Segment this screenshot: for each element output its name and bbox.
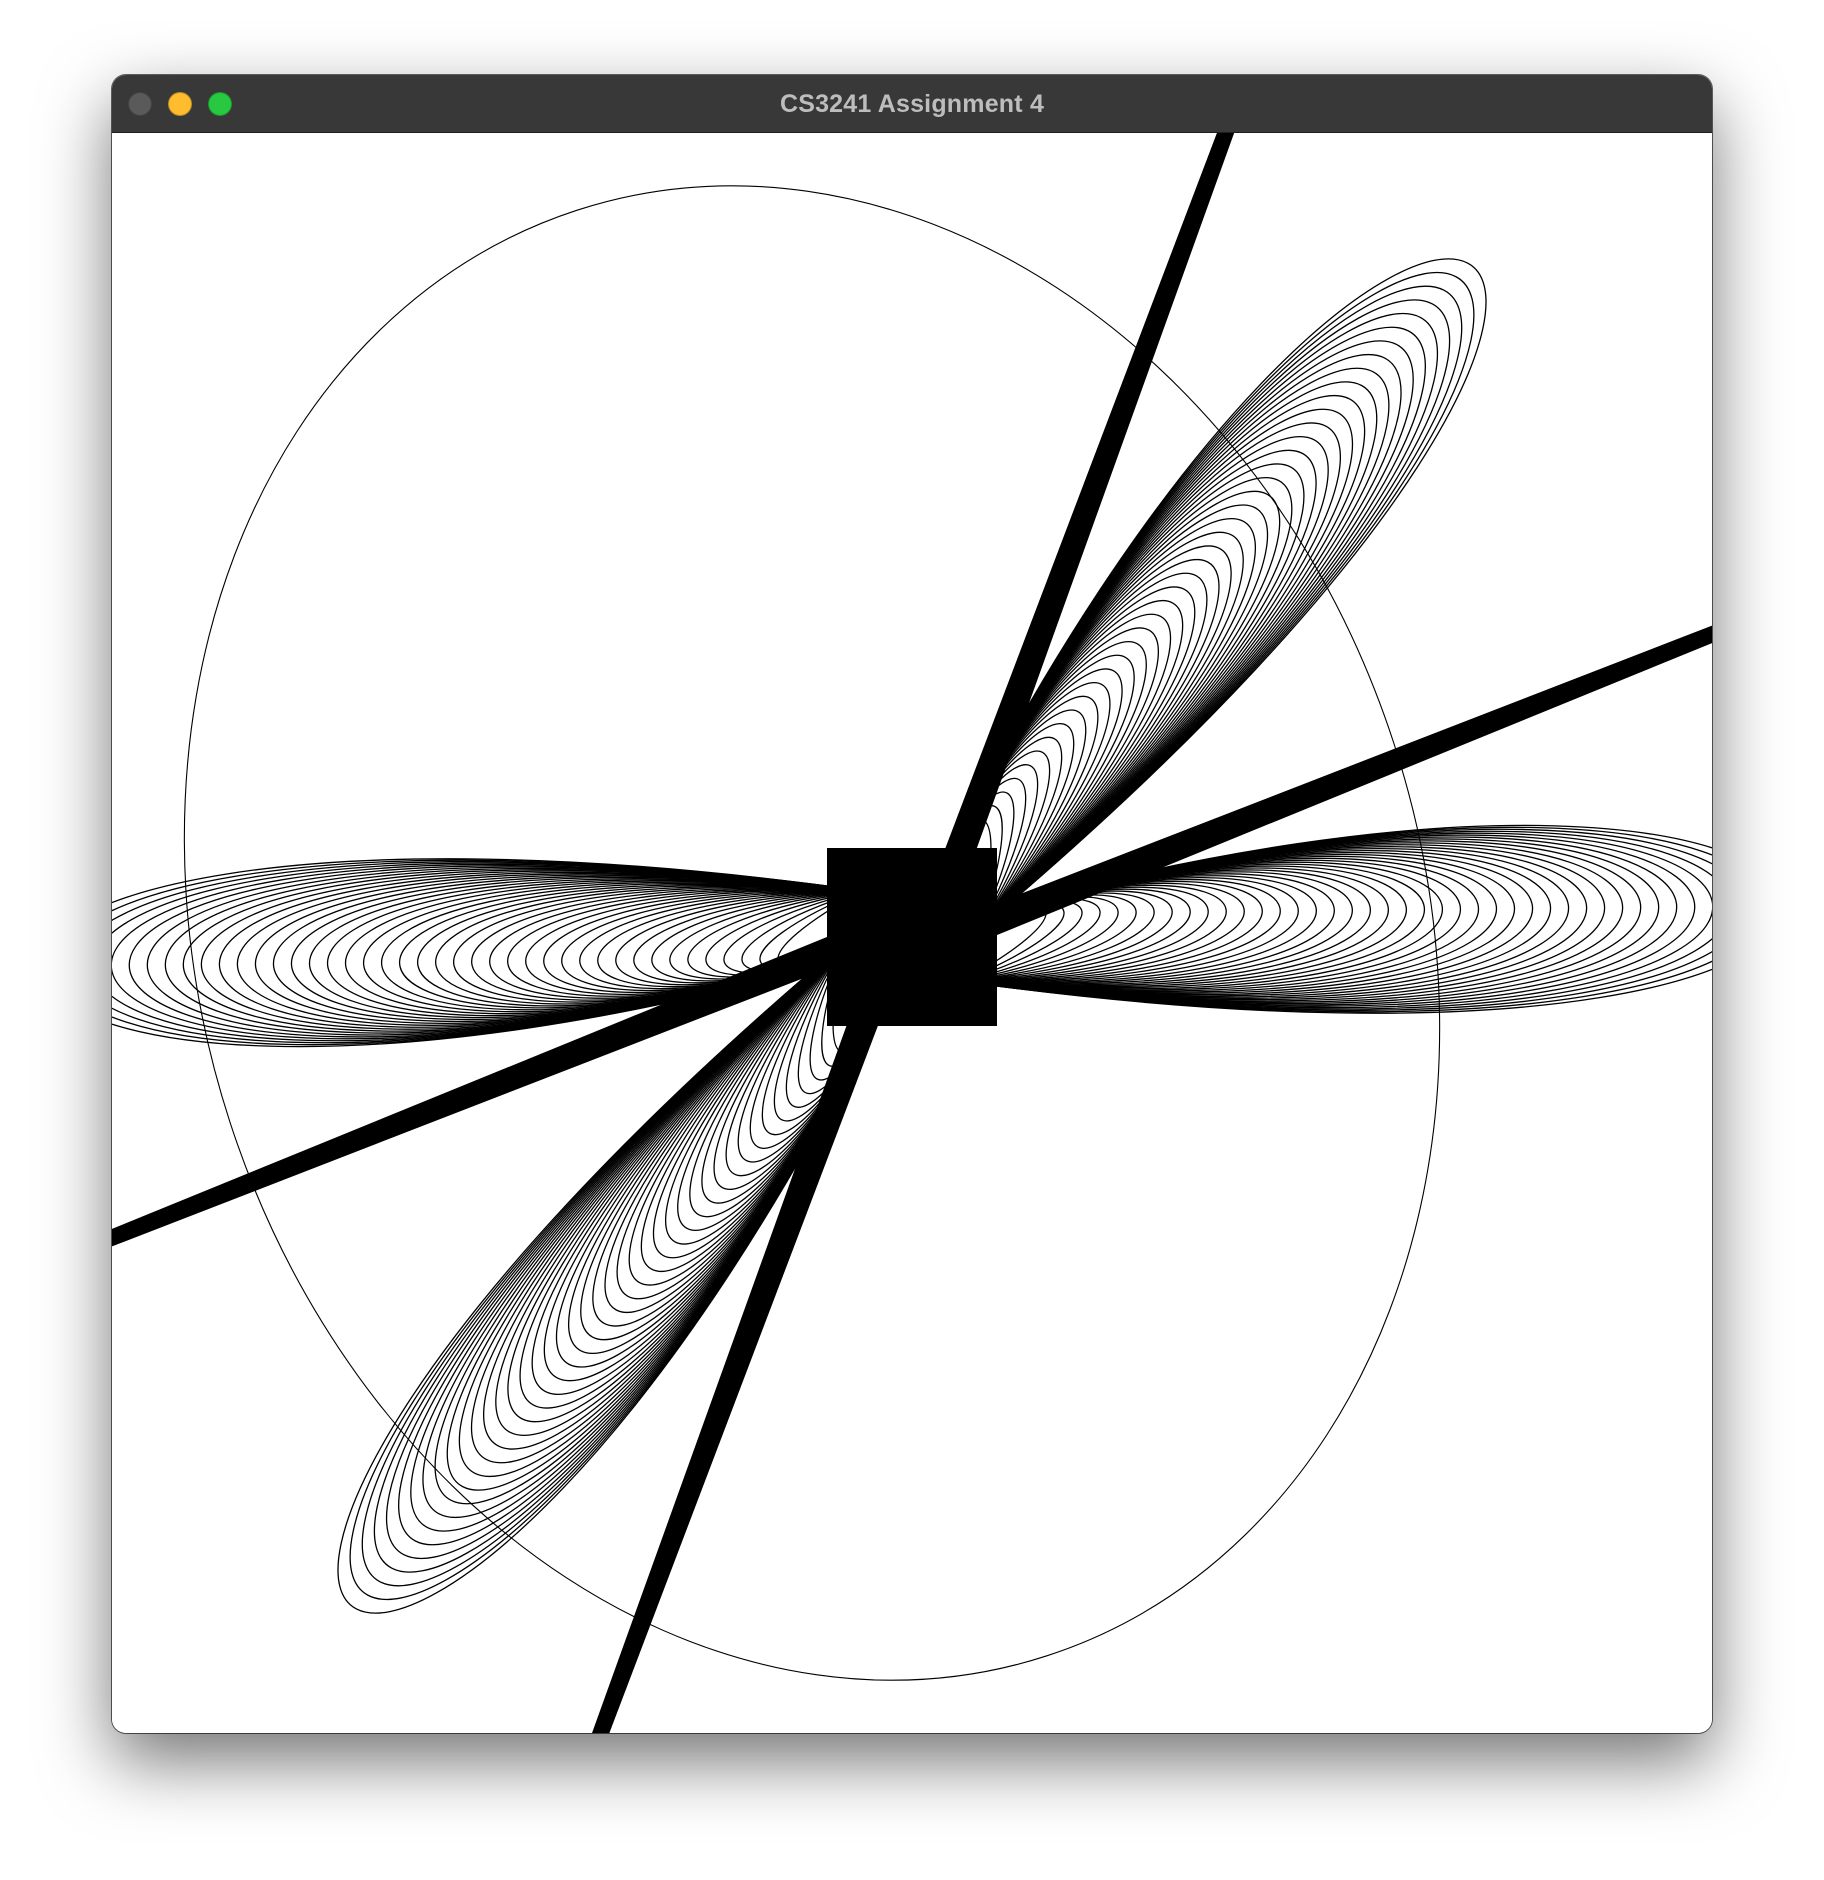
app-window: CS3241 Assignment 4 xyxy=(112,75,1712,1733)
curve-drawing xyxy=(112,133,1712,1733)
title-bar[interactable]: CS3241 Assignment 4 xyxy=(112,75,1712,133)
window-title: CS3241 Assignment 4 xyxy=(779,90,1045,118)
drawing-canvas[interactable] xyxy=(112,133,1712,1733)
